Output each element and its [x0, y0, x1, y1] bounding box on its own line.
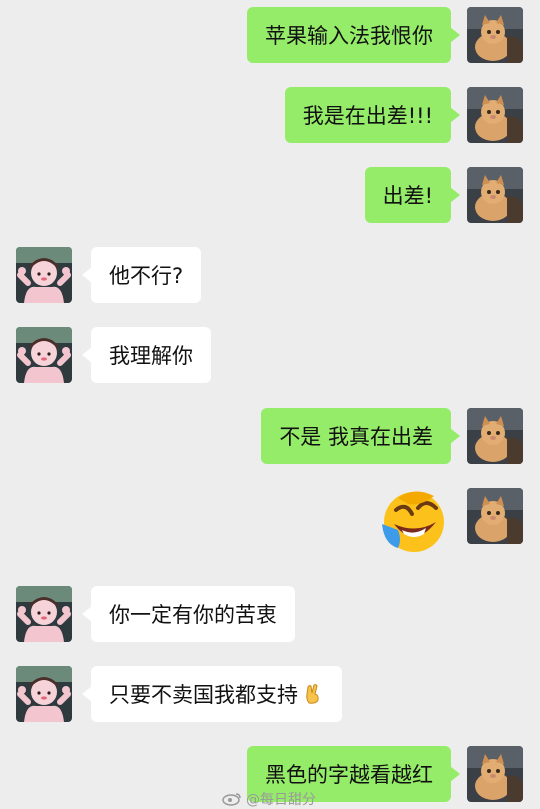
watermark-text: @每日甜分 [246, 792, 316, 808]
my-avatar[interactable] [467, 488, 523, 544]
my-avatar[interactable] [467, 167, 523, 223]
contact-message-bubble[interactable]: 我理解你 [82, 327, 211, 383]
my-message-bubble[interactable]: 我是在出差!!! [284, 87, 461, 143]
my-message-bubble[interactable]: 出差! [364, 167, 461, 223]
message-text: 我是在出差!!! [302, 104, 433, 128]
message-text: 黑色的字越看越红 [265, 763, 433, 787]
contact-message-bubble[interactable]: 他不行? [81, 247, 202, 303]
message-text: 出差! [382, 184, 433, 208]
my-avatar[interactable] [467, 87, 523, 143]
contact-avatar[interactable] [16, 666, 72, 722]
my-avatar[interactable] [467, 746, 523, 802]
message-text: 只要不卖国我都支持 [109, 683, 298, 707]
message-text: 苹果输入法我恨你 [265, 24, 433, 48]
message-text: 你一定有你的苦衷 [109, 603, 277, 627]
fingers-crossed-icon [306, 684, 319, 704]
weibo-logo-icon [222, 793, 241, 806]
contact-avatar[interactable] [16, 247, 72, 303]
my-avatar[interactable] [467, 7, 523, 63]
message-text: 他不行? [109, 264, 184, 288]
my-avatar[interactable] [467, 408, 523, 464]
my-message-bubble[interactable]: 不是 我真在出差 [261, 408, 460, 464]
contact-avatar[interactable] [16, 586, 72, 642]
message-text: 不是 我真在出差 [279, 425, 433, 449]
contact-message-bubble[interactable]: 你一定有你的苦衷 [82, 586, 295, 642]
contact-message-bubble[interactable]: 只要不卖国我都支持 [82, 666, 342, 722]
contact-avatar[interactable] [16, 327, 72, 383]
message-text: 我理解你 [109, 344, 193, 368]
laughing-crying-emoji-icon[interactable] [378, 484, 450, 556]
weibo-watermark: @每日甜分 [222, 789, 316, 809]
my-message-bubble[interactable]: 苹果输入法我恨你 [247, 7, 460, 63]
